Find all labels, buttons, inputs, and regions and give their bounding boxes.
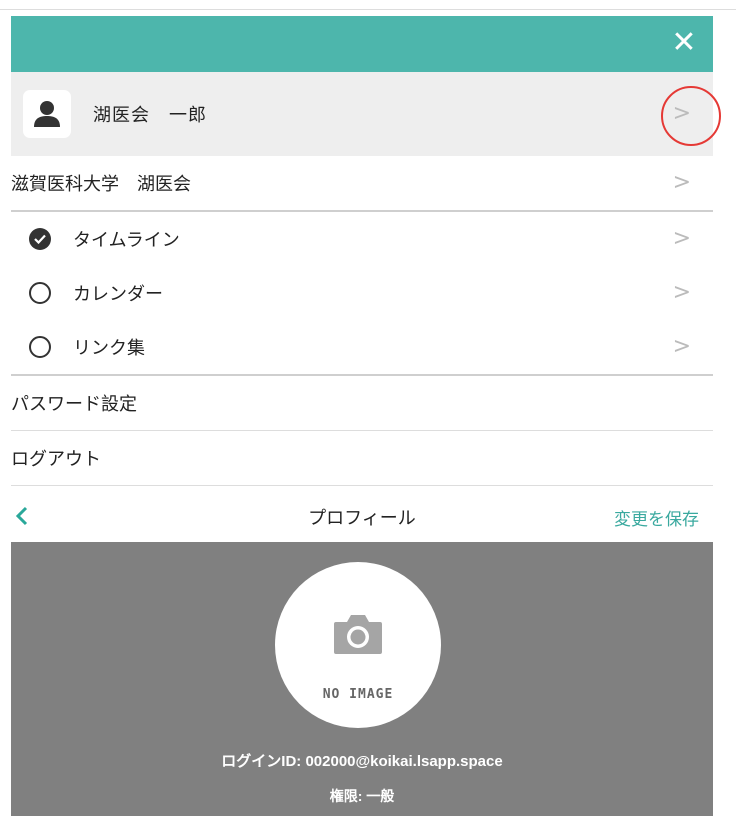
role-label: 権限: 一般 (329, 788, 395, 804)
menu-item-password[interactable]: パスワード設定 (11, 376, 713, 431)
camera-icon (334, 615, 382, 654)
timeline-label: タイムライン (73, 230, 180, 251)
logout-label: ログアウト (11, 449, 101, 470)
calendar-label: カレンダー (73, 284, 163, 305)
chevron-right-icon: > (672, 280, 691, 305)
chevron-right-icon: > (672, 334, 691, 359)
side-menu: ✕ 湖医会 一郎 > 滋賀医科大学 湖医会 > タイムライン > カレンダー >… (11, 16, 721, 486)
menu-item-calendar[interactable]: カレンダー > (11, 266, 713, 320)
top-border (0, 0, 736, 10)
user-row[interactable]: 湖医会 一郎 > (11, 72, 721, 156)
checked-radio-icon[interactable] (29, 228, 51, 250)
links-label: リンク集 (73, 338, 145, 359)
page-title: プロフィール (308, 508, 416, 529)
menu-item-logout[interactable]: ログアウト (11, 431, 713, 486)
radio-icon[interactable] (29, 282, 51, 304)
profile-header: プロフィール 変更を保存 (11, 492, 713, 542)
no-image-label: NO IMAGE (322, 687, 394, 702)
annotation-circle (661, 86, 721, 146)
chevron-left-icon[interactable] (11, 504, 35, 528)
person-icon (34, 101, 60, 127)
menu-item-group[interactable]: 滋賀医科大学 湖医会 > (11, 156, 713, 212)
menu-item-links[interactable]: リンク集 > (11, 320, 713, 376)
profile-photo[interactable]: NO IMAGE (275, 562, 441, 728)
login-id: ログインID: 002000@koikai.lsapp.space (221, 753, 503, 770)
radio-icon[interactable] (29, 336, 51, 358)
save-button[interactable]: 変更を保存 (614, 505, 699, 530)
chevron-right-icon: > (672, 226, 691, 251)
close-icon[interactable]: ✕ (669, 28, 699, 58)
menu-header: ✕ (11, 16, 713, 72)
password-label: パスワード設定 (11, 394, 137, 415)
group-label: 滋賀医科大学 湖医会 (11, 174, 191, 195)
user-name: 湖医会 一郎 (93, 105, 207, 126)
avatar (23, 90, 71, 138)
profile-panel: NO IMAGE ログインID: 002000@koikai.lsapp.spa… (11, 542, 713, 816)
chevron-right-icon: > (672, 170, 691, 195)
menu-item-timeline[interactable]: タイムライン > (11, 212, 713, 266)
